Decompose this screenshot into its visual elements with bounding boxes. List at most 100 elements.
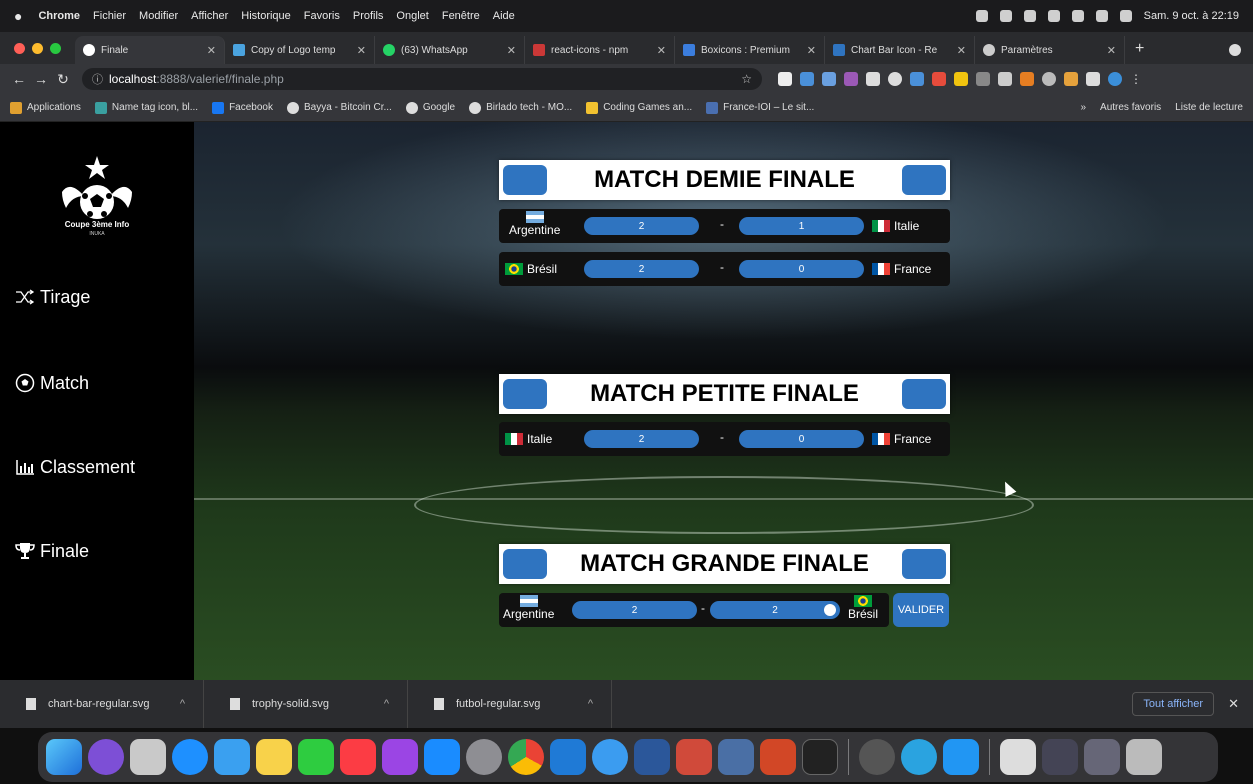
app-icon[interactable] <box>943 739 979 775</box>
chrome-menu-icon[interactable]: ⋮ <box>1130 72 1142 86</box>
firefox-icon[interactable] <box>592 739 628 775</box>
bookmark-birlado[interactable]: Birlado tech - MO... <box>469 101 572 114</box>
chevron-up-icon[interactable]: ^ <box>384 698 389 710</box>
menu-profils[interactable]: Profils <box>353 10 384 22</box>
word-icon[interactable] <box>634 739 670 775</box>
menu-historique[interactable]: Historique <box>241 10 291 22</box>
extension-icon[interactable] <box>932 72 946 86</box>
powerpoint-icon[interactable] <box>760 739 796 775</box>
extension-icon[interactable] <box>1020 72 1034 86</box>
status-icon[interactable] <box>1047 10 1060 22</box>
bookmark-applications[interactable]: Applications <box>10 101 81 114</box>
bookmark-coding-games[interactable]: Coding Games an... <box>586 101 692 114</box>
maximize-window-button[interactable] <box>50 43 61 54</box>
tab-chart-bar[interactable]: Chart Bar Icon - Re ✕ <box>825 36 975 64</box>
reload-button[interactable]: ↻ <box>52 71 74 88</box>
away-score-input[interactable]: 1 <box>739 217 864 235</box>
info-icon[interactable]: ⓘ <box>92 71 103 87</box>
close-tab-icon[interactable]: ✕ <box>507 44 516 57</box>
chevron-up-icon[interactable]: ^ <box>180 698 185 710</box>
home-score-input[interactable]: 2 <box>584 260 699 278</box>
address-bar[interactable]: ⓘ localhost :8888/valerief/finale.php ☆ <box>82 68 762 90</box>
bookmark-france-ioi[interactable]: France-IOI – Le sit... <box>706 101 814 114</box>
extension-icon[interactable] <box>1064 72 1078 86</box>
menu-aide[interactable]: Aide <box>493 10 515 22</box>
window-thumbnail-icon[interactable] <box>1084 739 1120 775</box>
other-bookmarks[interactable]: Autres favoris <box>1100 102 1161 113</box>
menu-onglet[interactable]: Onglet <box>396 10 428 22</box>
forward-button[interactable]: → <box>30 71 52 87</box>
nav-item-classement[interactable]: Classement <box>14 456 135 478</box>
telegram-icon[interactable] <box>901 739 937 775</box>
chrome-icon[interactable] <box>508 739 544 775</box>
extension-icon[interactable] <box>954 72 968 86</box>
back-button[interactable]: ← <box>8 71 30 87</box>
away-score-input[interactable]: 0 <box>739 260 864 278</box>
vscode-icon[interactable] <box>550 739 586 775</box>
extension-icon[interactable] <box>844 72 858 86</box>
window-thumbnail-icon[interactable] <box>1000 739 1036 775</box>
status-icon[interactable] <box>999 10 1012 22</box>
app-store-icon[interactable] <box>424 739 460 775</box>
minimize-window-button[interactable] <box>32 43 43 54</box>
finder-icon[interactable] <box>46 739 82 775</box>
puzzle-icon[interactable] <box>1086 72 1100 86</box>
profile-avatar[interactable] <box>1108 72 1122 86</box>
download-item[interactable]: trophy-solid.svg ^ <box>204 680 408 728</box>
system-preferences-icon[interactable] <box>466 739 502 775</box>
extension-icon[interactable] <box>998 72 1012 86</box>
close-tab-icon[interactable]: ✕ <box>957 44 966 57</box>
bookmark-facebook[interactable]: Facebook <box>212 101 273 114</box>
away-score-input[interactable]: 2 <box>710 601 840 619</box>
status-icon[interactable] <box>975 10 988 22</box>
extension-icon[interactable] <box>1042 72 1056 86</box>
spotlight-icon[interactable] <box>1119 10 1132 22</box>
close-tab-icon[interactable]: ✕ <box>807 44 816 57</box>
tab-parametres[interactable]: Paramètres ✕ <box>975 36 1125 64</box>
home-score-input[interactable]: 2 <box>584 217 699 235</box>
bookmark-google[interactable]: Google <box>405 101 455 114</box>
nav-item-finale[interactable]: Finale <box>14 540 89 562</box>
tab-search-icon[interactable] <box>1229 44 1241 56</box>
facetime-icon[interactable] <box>298 739 334 775</box>
wifi-icon[interactable] <box>1071 10 1084 22</box>
siri-icon[interactable] <box>88 739 124 775</box>
menu-fichier[interactable]: Fichier <box>93 10 126 22</box>
extension-icon[interactable] <box>778 72 792 86</box>
close-tab-icon[interactable]: ✕ <box>657 44 666 57</box>
home-score-input[interactable]: 2 <box>572 601 697 619</box>
terminal-icon[interactable] <box>802 739 838 775</box>
close-tab-icon[interactable]: ✕ <box>207 44 216 57</box>
close-window-button[interactable] <box>14 43 25 54</box>
extension-icon[interactable] <box>822 72 836 86</box>
tab-boxicons[interactable]: Boxicons : Premium ✕ <box>675 36 825 64</box>
show-all-downloads-button[interactable]: Tout afficher <box>1132 692 1215 716</box>
spinner-arrows-icon[interactable] <box>824 604 836 616</box>
app-icon[interactable] <box>676 739 712 775</box>
extension-icon[interactable] <box>976 72 990 86</box>
preview-icon[interactable] <box>718 739 754 775</box>
tab-logo[interactable]: Copy of Logo temp ✕ <box>225 36 375 64</box>
extension-icon[interactable] <box>800 72 814 86</box>
status-icon[interactable] <box>1023 10 1036 22</box>
mail-icon[interactable] <box>214 739 250 775</box>
menu-favoris[interactable]: Favoris <box>304 10 340 22</box>
extension-icon[interactable] <box>888 72 902 86</box>
extension-icon[interactable] <box>866 72 880 86</box>
menu-fenetre[interactable]: Fenêtre <box>442 10 480 22</box>
music-icon[interactable] <box>340 739 376 775</box>
podcasts-icon[interactable] <box>382 739 418 775</box>
bookmarks-overflow-icon[interactable]: » <box>1080 102 1086 113</box>
extension-icon[interactable] <box>910 72 924 86</box>
close-tab-icon[interactable]: ✕ <box>357 44 366 57</box>
bookmark-name-tag[interactable]: Name tag icon, bl... <box>94 101 198 114</box>
trash-icon[interactable] <box>1126 739 1162 775</box>
apple-icon[interactable]: ● <box>14 8 22 24</box>
menu-afficher[interactable]: Afficher <box>191 10 228 22</box>
menu-app[interactable]: Chrome <box>38 10 80 22</box>
download-item[interactable]: futbol-regular.svg ^ <box>408 680 612 728</box>
close-icon[interactable]: ✕ <box>1228 696 1239 712</box>
close-tab-icon[interactable]: ✕ <box>1107 44 1116 57</box>
tab-react-icons[interactable]: react-icons - npm ✕ <box>525 36 675 64</box>
window-thumbnail-icon[interactable] <box>1042 739 1078 775</box>
